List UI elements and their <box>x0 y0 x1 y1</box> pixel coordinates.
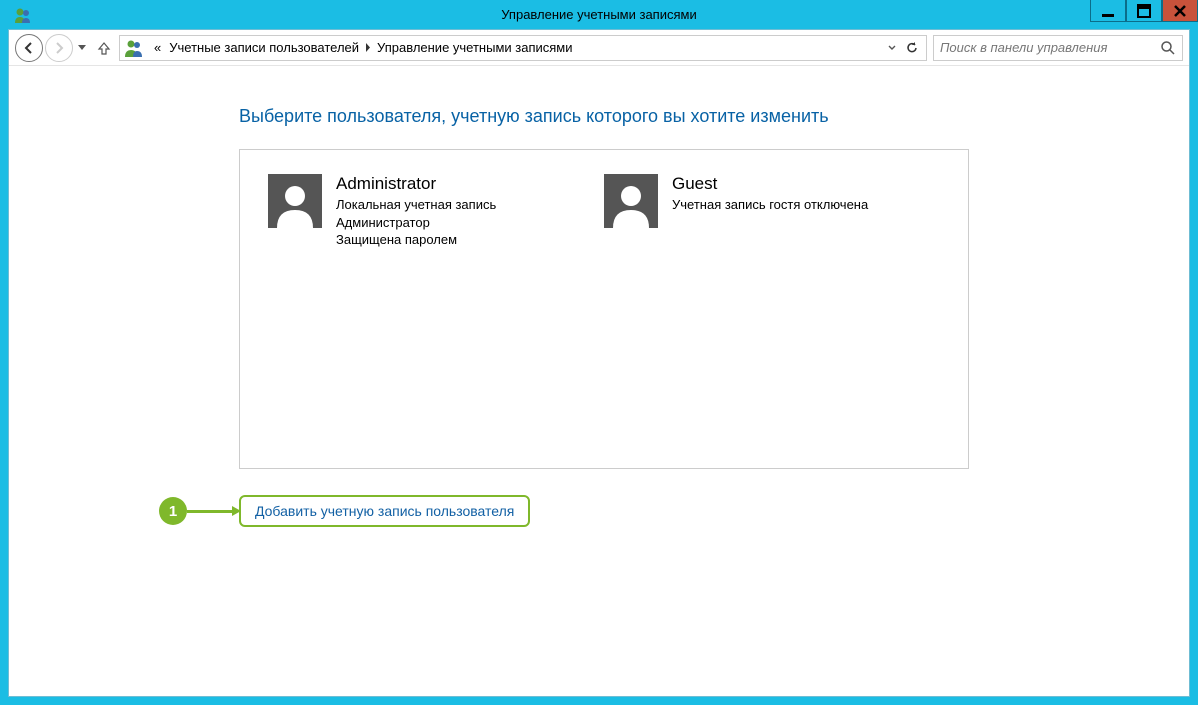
breadcrumb: « Учетные записи пользователей Управлени… <box>150 40 577 55</box>
avatar <box>604 174 658 228</box>
titlebar: Управление учетными записями <box>0 0 1198 29</box>
chevron-right-icon[interactable] <box>363 43 373 52</box>
user-item-guest[interactable]: Guest Учетная запись гостя отключена <box>604 174 940 249</box>
breadcrumb-prefix[interactable]: « <box>150 40 165 55</box>
up-button[interactable] <box>93 37 115 59</box>
annotation-arrow-icon <box>187 510 233 513</box>
user-meta: Локальная учетная запись <box>336 196 496 214</box>
annotation-badge: 1 <box>159 497 187 525</box>
user-details: Administrator Локальная учетная запись А… <box>336 174 496 249</box>
add-user-link[interactable]: Добавить учетную запись пользователя <box>239 495 530 527</box>
user-name: Administrator <box>336 174 496 194</box>
users-list: Administrator Локальная учетная запись А… <box>239 149 969 469</box>
forward-button[interactable] <box>45 34 73 62</box>
window-controls <box>1090 0 1198 22</box>
maximize-button[interactable] <box>1126 0 1162 22</box>
page-heading: Выберите пользователя, учетную запись ко… <box>239 106 1169 127</box>
users-icon <box>124 38 144 58</box>
user-details: Guest Учетная запись гостя отключена <box>672 174 868 249</box>
breadcrumb-item-2[interactable]: Управление учетными записями <box>373 40 576 55</box>
content-frame: « Учетные записи пользователей Управлени… <box>8 29 1190 697</box>
navbar: « Учетные записи пользователей Управлени… <box>9 30 1189 66</box>
search-input[interactable] <box>940 40 1160 55</box>
back-button[interactable] <box>15 34 43 62</box>
minimize-button[interactable] <box>1090 0 1126 22</box>
refresh-button[interactable] <box>902 37 922 59</box>
search-icon[interactable] <box>1160 40 1176 56</box>
bottom-area: 1 Добавить учетную запись пользователя <box>239 495 1169 527</box>
breadcrumb-item-1[interactable]: Учетные записи пользователей <box>165 40 363 55</box>
user-meta: Защищена паролем <box>336 231 496 249</box>
user-meta: Учетная запись гостя отключена <box>672 196 868 214</box>
user-name: Guest <box>672 174 868 194</box>
app-icon <box>14 6 32 24</box>
address-bar[interactable]: « Учетные записи пользователей Управлени… <box>119 35 927 61</box>
user-meta: Администратор <box>336 214 496 232</box>
recent-locations-dropdown[interactable] <box>75 36 89 60</box>
user-item-administrator[interactable]: Administrator Локальная учетная запись А… <box>268 174 604 249</box>
avatar <box>268 174 322 228</box>
window-title: Управление учетными записями <box>0 7 1198 22</box>
window: Управление учетными записями <box>0 0 1198 705</box>
address-dropdown[interactable] <box>882 37 902 59</box>
search-box[interactable] <box>933 35 1183 61</box>
close-button[interactable] <box>1162 0 1198 22</box>
main-content: Выберите пользователя, учетную запись ко… <box>9 66 1189 547</box>
